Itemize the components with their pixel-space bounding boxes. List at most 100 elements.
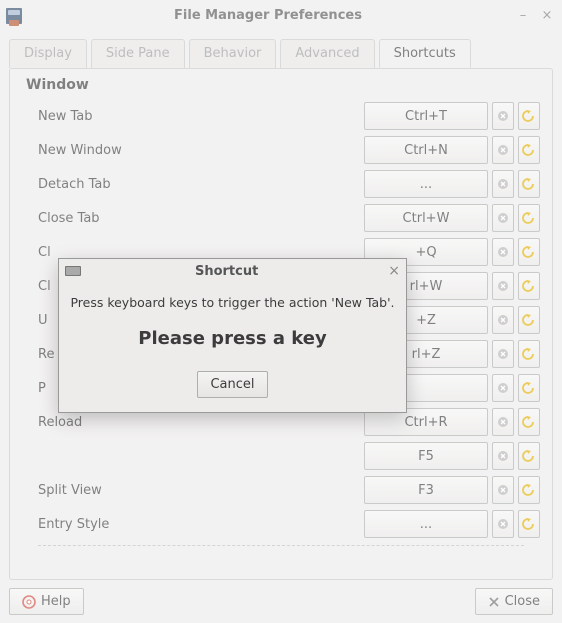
shortcut-row-reload-alt: F5 (38, 439, 540, 473)
clear-icon (497, 382, 509, 394)
shortcut-value: F5 (418, 449, 434, 464)
clear-shortcut-button[interactable] (492, 170, 514, 198)
shortcut-label: Detach Tab (38, 177, 364, 192)
reset-icon (522, 416, 536, 428)
shortcut-field[interactable]: ... (364, 170, 488, 198)
reset-icon (522, 246, 536, 258)
clear-shortcut-button[interactable] (492, 102, 514, 130)
reset-shortcut-button[interactable] (518, 238, 540, 266)
cancel-button[interactable]: Cancel (197, 371, 267, 398)
reset-shortcut-button[interactable] (518, 102, 540, 130)
cancel-button-label: Cancel (210, 377, 254, 392)
tab-label: Advanced (295, 46, 359, 61)
dialog-info-text: Press keyboard keys to trigger the actio… (69, 295, 396, 310)
reset-icon (522, 110, 536, 122)
close-button[interactable]: Close (475, 588, 553, 615)
tab-label: Shortcuts (394, 46, 456, 61)
shortcut-value: +Z (416, 313, 436, 328)
shortcut-row-detach-tab: Detach Tab ... (38, 167, 540, 201)
reset-shortcut-button[interactable] (518, 136, 540, 164)
reset-shortcut-button[interactable] (518, 306, 540, 334)
reset-shortcut-button[interactable] (518, 408, 540, 436)
dialog-press-key-text: Please press a key (69, 328, 396, 349)
reset-shortcut-button[interactable] (518, 272, 540, 300)
reset-icon (522, 484, 536, 496)
reset-icon (522, 212, 536, 224)
shortcut-label: New Window (38, 143, 364, 158)
tab-display[interactable]: Display (9, 39, 87, 68)
reset-shortcut-button[interactable] (518, 442, 540, 470)
reset-icon (522, 280, 536, 292)
shortcut-field[interactable]: Ctrl+T (364, 102, 488, 130)
shortcut-value: Ctrl+W (403, 211, 450, 226)
clear-icon (497, 484, 509, 496)
reset-shortcut-button[interactable] (518, 340, 540, 368)
shortcut-value: rl+Z (412, 347, 441, 362)
reset-icon (522, 178, 536, 190)
reset-shortcut-button[interactable] (518, 204, 540, 232)
window-title: File Manager Preferences (28, 8, 508, 23)
clear-icon (497, 416, 509, 428)
tab-behavior[interactable]: Behavior (189, 39, 277, 68)
clear-shortcut-button[interactable] (492, 408, 514, 436)
clear-icon (497, 314, 509, 326)
clear-shortcut-button[interactable] (492, 204, 514, 232)
clear-shortcut-button[interactable] (492, 340, 514, 368)
tab-bar: Display Side Pane Behavior Advanced Shor… (9, 38, 553, 67)
window-close-button[interactable]: × (538, 7, 556, 25)
shortcut-label: Reload (38, 415, 364, 430)
shortcut-label: Split View (38, 483, 364, 498)
tab-advanced[interactable]: Advanced (280, 39, 374, 68)
clear-icon (497, 178, 509, 190)
reset-shortcut-button[interactable] (518, 170, 540, 198)
shortcut-value: ... (420, 517, 432, 532)
shortcut-value: Ctrl+T (405, 109, 447, 124)
dialog-close-button[interactable]: × (388, 263, 400, 279)
shortcut-label: New Tab (38, 109, 364, 124)
close-button-label: Close (505, 594, 540, 609)
clear-shortcut-button[interactable] (492, 238, 514, 266)
shortcut-row-new-window: New Window Ctrl+N (38, 133, 540, 167)
clear-icon (497, 348, 509, 360)
clear-shortcut-button[interactable] (492, 442, 514, 470)
help-button[interactable]: Help (9, 588, 84, 615)
shortcut-value: +Q (415, 245, 436, 260)
shortcut-value: rl+W (410, 279, 443, 294)
shortcut-field[interactable]: Ctrl+N (364, 136, 488, 164)
tab-label: Behavior (204, 46, 262, 61)
clear-shortcut-button[interactable] (492, 272, 514, 300)
reset-shortcut-button[interactable] (518, 374, 540, 402)
clear-icon (497, 144, 509, 156)
clear-shortcut-button[interactable] (492, 374, 514, 402)
tab-label: Side Pane (106, 46, 170, 61)
window-minimize-button[interactable]: – (514, 7, 532, 25)
clear-icon (497, 246, 509, 258)
reset-icon (522, 144, 536, 156)
reset-shortcut-button[interactable] (518, 510, 540, 538)
shortcut-field[interactable]: F5 (364, 442, 488, 470)
shortcut-row-new-tab: New Tab Ctrl+T (38, 99, 540, 133)
shortcut-field[interactable]: F3 (364, 476, 488, 504)
help-button-label: Help (41, 594, 71, 609)
shortcut-capture-dialog: Shortcut × Press keyboard keys to trigge… (58, 258, 407, 413)
shortcut-field[interactable]: ... (364, 510, 488, 538)
clear-icon (497, 280, 509, 292)
clear-shortcut-button[interactable] (492, 510, 514, 538)
dialog-button-bar: Help Close (9, 588, 553, 615)
shortcut-value: ... (420, 177, 432, 192)
tab-shortcuts[interactable]: Shortcuts (379, 39, 471, 68)
reset-shortcut-button[interactable] (518, 476, 540, 504)
close-icon (488, 596, 500, 608)
clear-shortcut-button[interactable] (492, 136, 514, 164)
tab-label: Display (24, 46, 72, 61)
keyboard-icon (65, 266, 81, 276)
tab-side-pane[interactable]: Side Pane (91, 39, 185, 68)
section-heading: Window (26, 77, 552, 93)
shortcut-row-close-tab: Close Tab Ctrl+W (38, 201, 540, 235)
window-titlebar: File Manager Preferences – × (0, 0, 562, 31)
clear-shortcut-button[interactable] (492, 476, 514, 504)
reset-icon (522, 450, 536, 462)
shortcut-value: Ctrl+R (404, 415, 447, 430)
clear-shortcut-button[interactable] (492, 306, 514, 334)
shortcut-field[interactable]: Ctrl+W (364, 204, 488, 232)
